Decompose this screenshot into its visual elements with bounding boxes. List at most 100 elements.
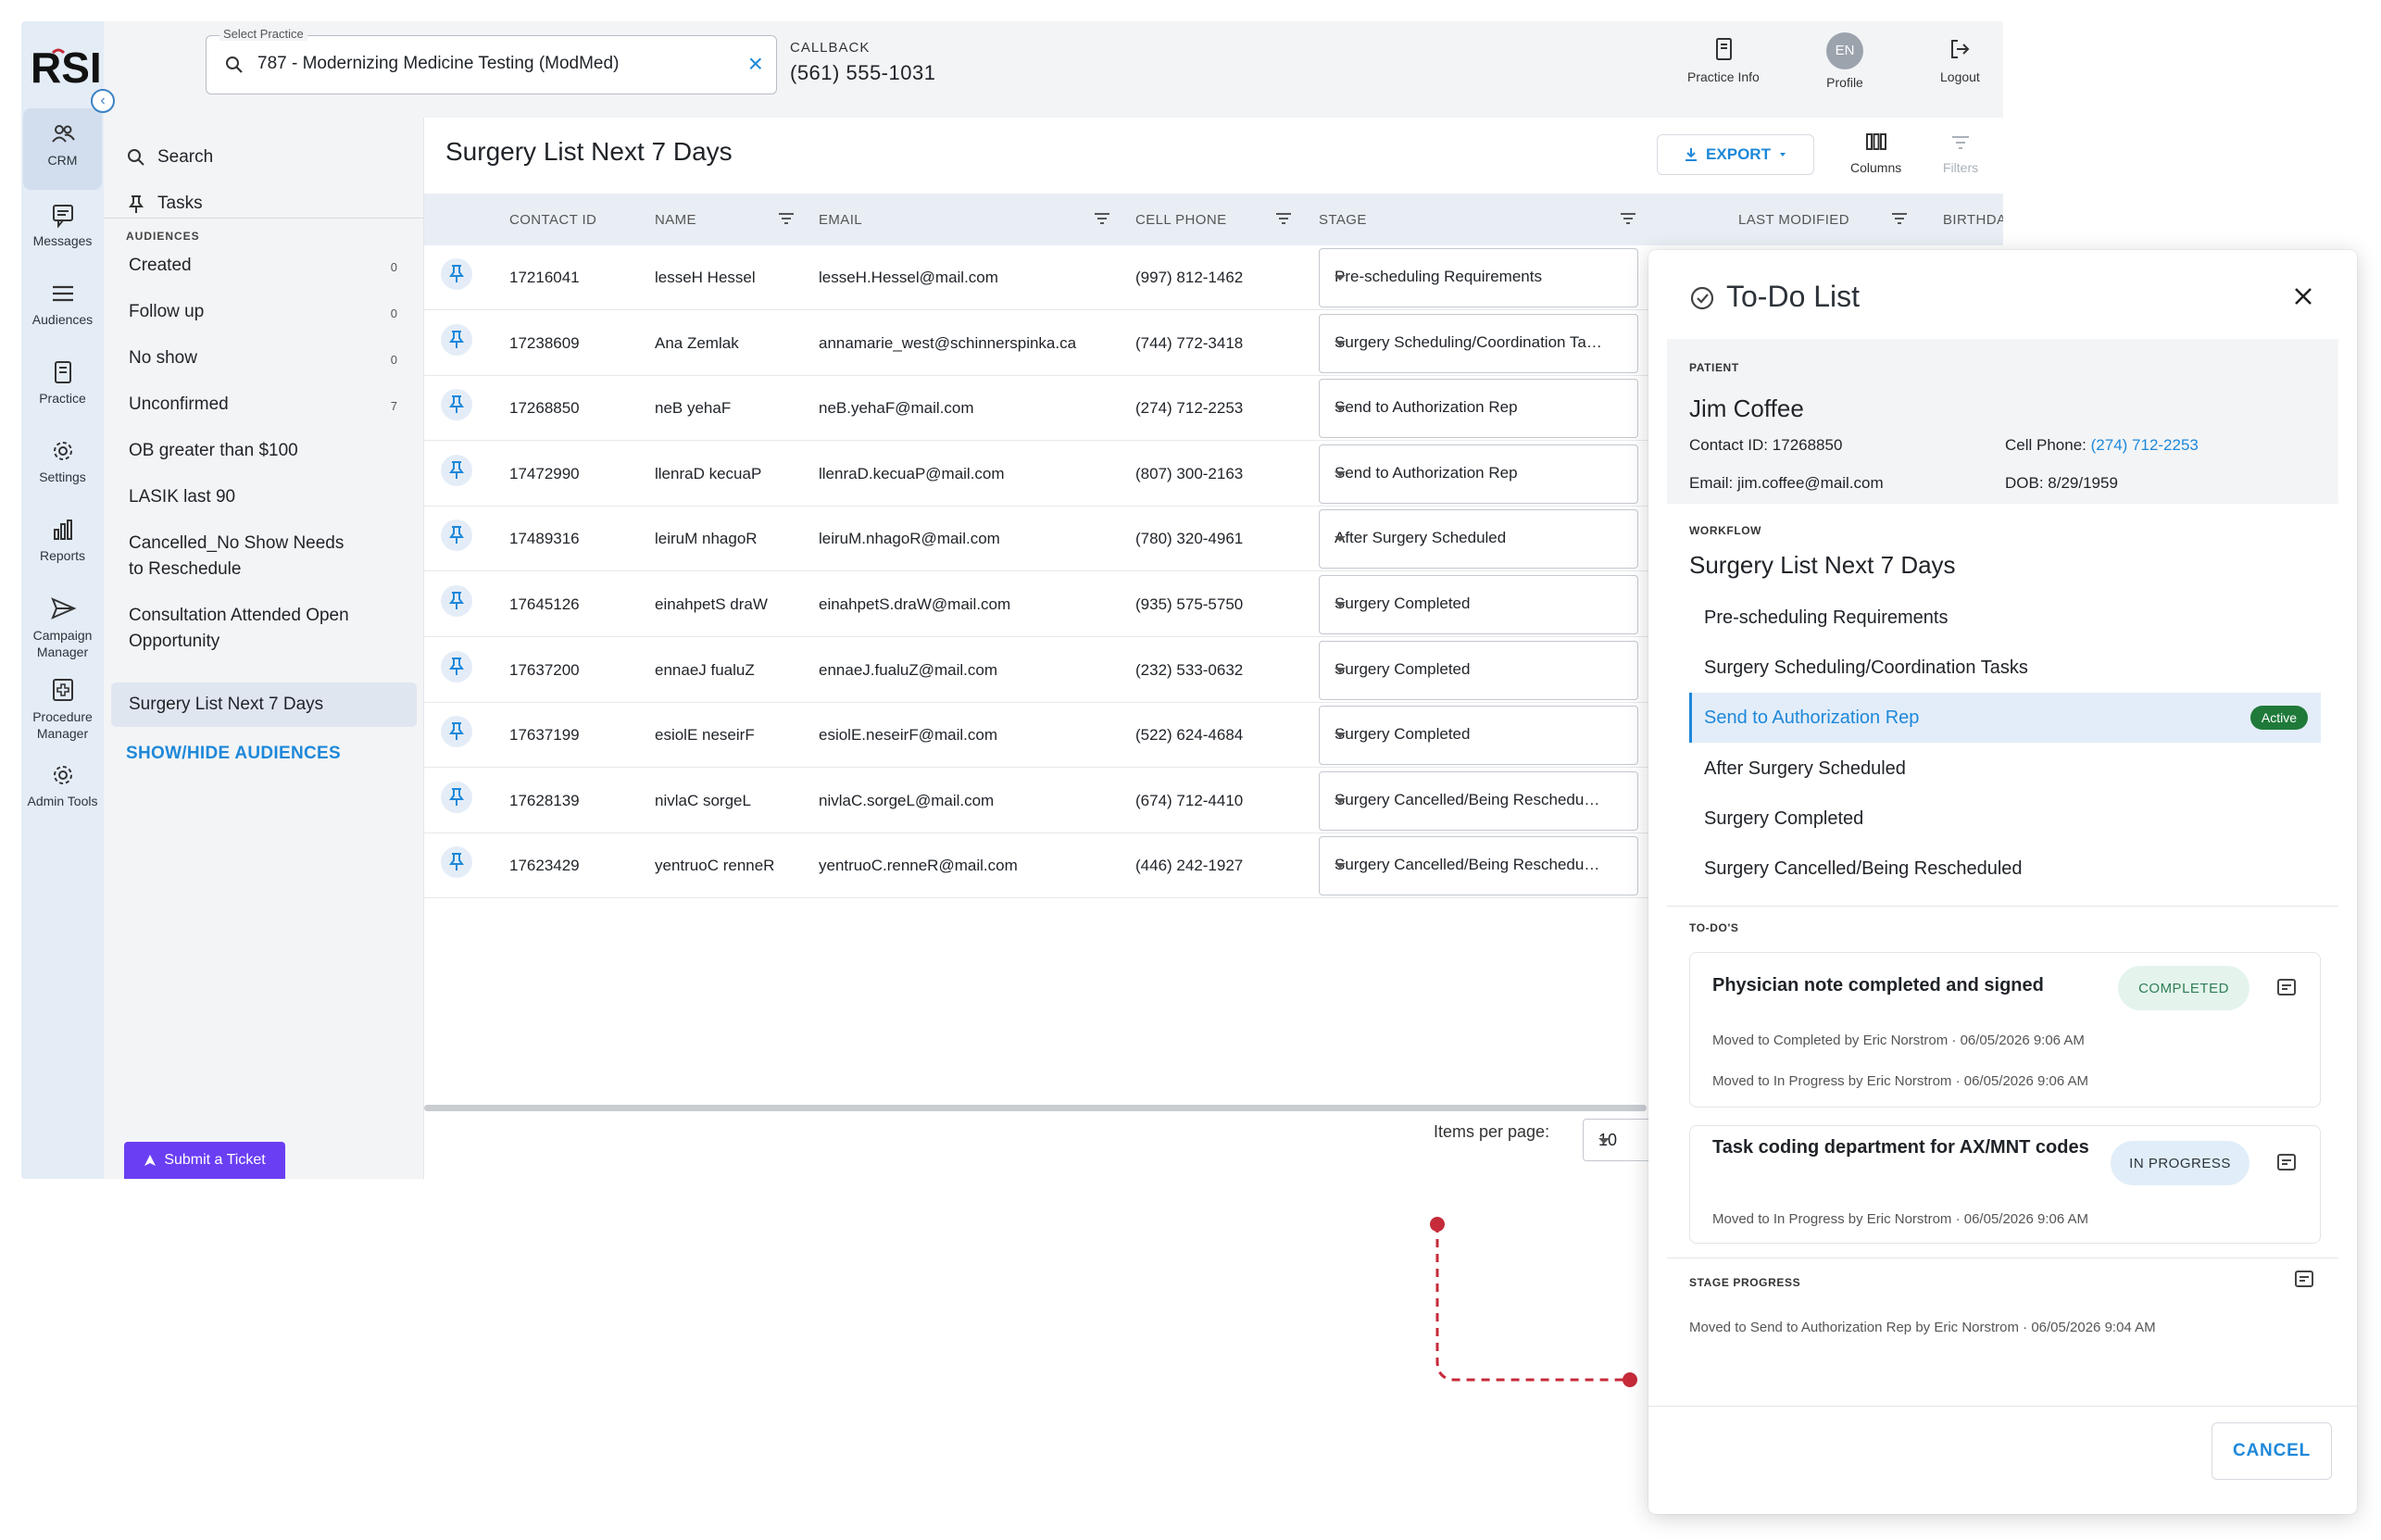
columns-button[interactable]: Columns <box>1850 131 1901 175</box>
filters-button[interactable]: Filters <box>1943 131 1978 175</box>
header-name[interactable]: NAME <box>655 212 696 228</box>
note-icon[interactable] <box>2275 977 2298 999</box>
pin-icon[interactable] <box>441 258 472 290</box>
workflow-title: Surgery List Next 7 Days <box>1689 551 1956 579</box>
audience-item[interactable]: Cancelled_No Show Needs to Reschedule <box>104 531 419 582</box>
rail-item-settings[interactable]: Settings <box>21 438 104 484</box>
pin-icon[interactable] <box>441 323 472 356</box>
show-hide-audiences-link[interactable]: SHOW/HIDE AUDIENCES <box>126 744 341 764</box>
submit-ticket-button[interactable]: Submit a Ticket <box>124 1142 285 1179</box>
todo-card[interactable]: Task coding department for AX/MNT codes … <box>1689 1125 2321 1244</box>
header-last-modified[interactable]: LAST MODIFIED <box>1738 212 1849 228</box>
pin-icon[interactable] <box>441 454 472 486</box>
pin-icon[interactable] <box>441 585 472 617</box>
cell-contact-id: 17489316 <box>509 530 580 548</box>
audience-item[interactable]: Created 0 <box>104 253 423 279</box>
stage-progress-label: STAGE PROGRESS <box>1689 1276 1801 1289</box>
cell-phone: (446) 242-1927 <box>1135 857 1244 875</box>
cancel-button[interactable]: CANCEL <box>2212 1422 2332 1480</box>
rail-item-practice[interactable]: Practice <box>21 359 104 406</box>
stage-select[interactable]: Pre-scheduling Requirements <box>1319 248 1638 307</box>
note-icon[interactable] <box>2275 1152 2298 1174</box>
header-contact-id[interactable]: CONTACT ID <box>509 212 596 228</box>
pin-icon[interactable] <box>441 781 472 813</box>
audience-item[interactable]: Unconfirmed 7 <box>104 392 423 418</box>
stage-select[interactable]: Surgery Scheduling/Coordination Tasks <box>1319 313 1638 373</box>
audience-item[interactable]: Follow up 0 <box>104 299 423 325</box>
sidebar-tasks[interactable]: Tasks <box>126 194 203 214</box>
profile-button[interactable]: EN Profile <box>1826 32 1863 90</box>
chevron-down-icon <box>1779 153 1786 157</box>
rail-item-crm[interactable]: CRM <box>23 108 102 190</box>
practice-select-value: 787 - Modernizing Medicine Testing (ModM… <box>257 54 620 73</box>
stage-select[interactable]: After Surgery Scheduled <box>1319 509 1638 570</box>
rail-item-reports[interactable]: Reports <box>21 517 104 563</box>
filter-icon[interactable] <box>1093 210 1111 227</box>
workflow-step-active[interactable]: Send to Authorization Rep Active <box>1689 693 2321 743</box>
stage-select[interactable]: Send to Authorization Rep <box>1319 444 1638 504</box>
chevron-down-icon <box>1335 667 1346 673</box>
rail-item-admin-tools[interactable]: Admin Tools <box>21 762 104 808</box>
audience-item[interactable]: OB greater than $100 <box>104 438 423 464</box>
export-label: EXPORT <box>1706 145 1771 163</box>
cell-name: Ana Zemlak <box>655 333 739 352</box>
gear-icon <box>53 442 72 460</box>
cell-phone: (522) 624-4684 <box>1135 726 1244 745</box>
todo-panel: To-Do List PATIENT Jim Coffee Contact ID… <box>1648 250 2357 1514</box>
cell-contact-id: 17238609 <box>509 333 580 352</box>
collapse-sidebar-button[interactable]: ‹ <box>91 89 115 113</box>
rail-item-label: Settings <box>39 470 86 484</box>
pin-icon[interactable] <box>441 389 472 421</box>
clear-practice-icon[interactable]: × <box>748 50 763 78</box>
header-stage[interactable]: STAGE <box>1319 212 1367 228</box>
header-birthday[interactable]: BIRTHDA <box>1943 212 2003 228</box>
logout-button[interactable]: Logout <box>1940 36 1980 84</box>
audience-item[interactable]: LASIK last 90 <box>104 484 423 510</box>
header-email[interactable]: EMAIL <box>819 212 862 228</box>
cell-phone-label: Cell Phone: <box>2005 436 2087 454</box>
pin-icon[interactable] <box>441 716 472 748</box>
rail-item-campaign-manager[interactable]: Campaign Manager <box>21 595 104 660</box>
stage-select[interactable]: Surgery Cancelled/Being Rescheduled <box>1319 770 1638 831</box>
stage-select[interactable]: Send to Authorization Rep <box>1319 379 1638 439</box>
audience-label: OB greater than $100 <box>129 441 298 460</box>
cell-phone-link[interactable]: (274) 712-2253 <box>2091 436 2199 454</box>
audience-item[interactable]: Consultation Attended Open Opportunity <box>104 603 419 655</box>
horizontal-scrollbar[interactable] <box>424 1105 1647 1111</box>
filter-icon[interactable] <box>1890 210 1909 227</box>
pin-icon[interactable] <box>441 650 472 682</box>
stage-select[interactable]: Surgery Completed <box>1319 575 1638 634</box>
filter-icon[interactable] <box>777 210 796 227</box>
cell-name: leiruM nhagoR <box>655 530 758 548</box>
rail-item-label: Campaign Manager <box>32 628 93 659</box>
workflow-step[interactable]: Surgery Cancelled/Being Rescheduled <box>1689 844 2321 894</box>
practice-info-button[interactable]: Practice Info <box>1687 36 1760 84</box>
export-button[interactable]: EXPORT <box>1657 134 1814 175</box>
cell-email: nivlaC.sorgeL@mail.com <box>819 791 995 809</box>
filter-icon[interactable] <box>1274 210 1293 227</box>
chevron-down-icon <box>1335 732 1346 739</box>
workflow-step[interactable]: After Surgery Scheduled <box>1689 744 2321 794</box>
close-icon[interactable] <box>2290 283 2316 309</box>
workflow-step[interactable]: Surgery Scheduling/Coordination Tasks <box>1689 643 2321 693</box>
stage-select-value: Surgery Cancelled/Being Rescheduled <box>1335 790 1603 808</box>
cell-phone: (232) 533-0632 <box>1135 660 1244 679</box>
filter-icon[interactable] <box>1619 210 1637 227</box>
stage-select[interactable]: Surgery Completed <box>1319 640 1638 700</box>
audience-item-active[interactable]: Surgery List Next 7 Days <box>111 682 417 727</box>
workflow-step[interactable]: Surgery Completed <box>1689 794 2321 844</box>
sidebar-search[interactable]: Search <box>126 147 213 168</box>
pin-icon[interactable] <box>441 520 472 552</box>
rail-item-audiences[interactable]: Audiences <box>21 281 104 327</box>
stage-select[interactable]: Surgery Cancelled/Being Rescheduled <box>1319 836 1638 896</box>
practice-select[interactable]: Select Practice 787 - Modernizing Medici… <box>206 27 777 94</box>
stage-select[interactable]: Surgery Completed <box>1319 706 1638 766</box>
rail-item-messages[interactable]: Messages <box>21 202 104 248</box>
audience-item[interactable]: No show 0 <box>104 345 423 371</box>
todo-card[interactable]: Physician note completed and signed COMP… <box>1689 952 2321 1108</box>
header-cell-phone[interactable]: CELL PHONE <box>1135 212 1226 228</box>
note-icon[interactable] <box>2293 1269 2315 1291</box>
rail-item-procedure-manager[interactable]: Procedure Manager <box>21 677 104 742</box>
workflow-step[interactable]: Pre-scheduling Requirements <box>1689 593 2321 643</box>
pin-icon[interactable] <box>441 846 472 879</box>
